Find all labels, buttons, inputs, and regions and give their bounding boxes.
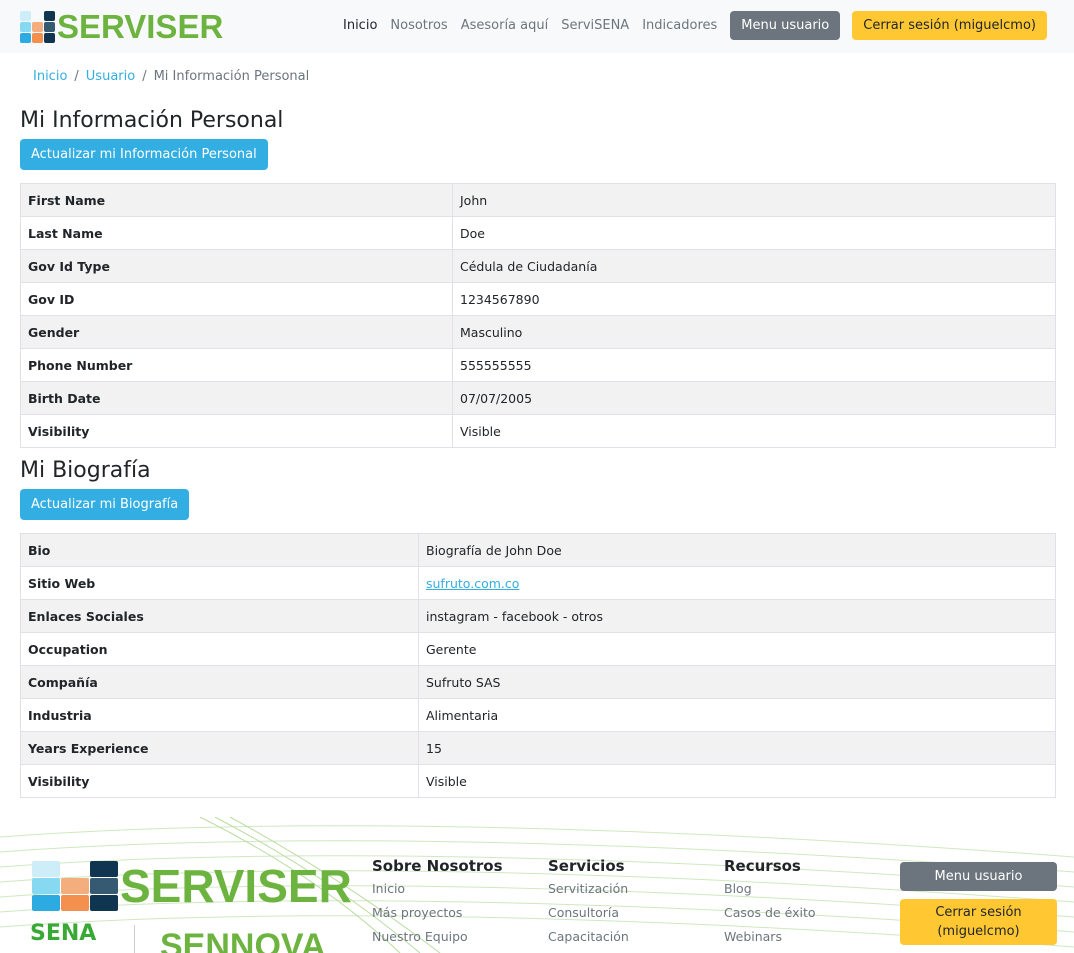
table-row: Visibility Visible [20,414,1056,448]
field-label: Industria [20,698,419,732]
breadcrumb-inicio[interactable]: Inicio [33,69,67,84]
table-row: Phone Number 555555555 [20,348,1056,382]
breadcrumb: Inicio / Usuario / Mi Información Personal [33,69,310,84]
field-value: Sufruto SAS [418,665,1056,699]
table-row: Occupation Gerente [20,632,1056,666]
footer-brand-name: SERVISER [120,860,352,912]
nav-asesoria[interactable]: Asesoría aquí [461,18,549,33]
field-value: 1234567890 [452,282,1056,316]
footer-link[interactable]: Blog [724,881,816,896]
update-bio-button[interactable]: Actualizar mi Biografía [20,489,190,520]
sena-logo: SENA [30,921,97,946]
field-value: Visible [418,764,1056,798]
field-label: Birth Date [20,381,453,415]
update-personal-button[interactable]: Actualizar mi Información Personal [20,139,268,170]
nav-indicadores[interactable]: Indicadores [642,18,717,33]
personal-title: Mi Información Personal [20,108,284,133]
serviser-logo[interactable]: SERVISER [20,8,223,46]
field-label: Last Name [20,216,453,250]
field-label: Years Experience [20,731,419,765]
logo-blocks-icon [32,861,118,911]
field-label: Visibility [20,764,419,798]
bio-table: Bio Biografía de John Doe Sitio Web sufruto… [20,533,1056,798]
field-label: Compañía [20,665,419,699]
table-row: Bio Biografía de John Doe [20,533,1056,567]
footer-col-servicios: Servicios Servitización Consultoría Capa… [548,857,629,953]
field-value: 07/07/2005 [452,381,1056,415]
breadcrumb-usuario[interactable]: Usuario [86,69,135,84]
field-label: Gov Id Type [20,249,453,283]
field-value: 15 [418,731,1056,765]
footer-col-title: Recursos [724,857,801,875]
table-row: Gov ID 1234567890 [20,282,1056,316]
field-label: First Name [20,183,453,217]
breadcrumb-current: Mi Información Personal [153,69,310,84]
nav-inicio[interactable]: Inicio [343,18,377,33]
field-label: Phone Number [20,348,453,382]
table-row: Gov Id Type Cédula de Ciudadanía [20,249,1056,283]
footer-link[interactable]: Más proyectos [372,905,503,920]
field-value: Biografía de John Doe [418,533,1056,567]
brand-name: SERVISER [57,7,224,45]
menu-usuario-button[interactable]: Menu usuario [730,11,841,40]
field-value: Cédula de Ciudadanía [452,249,1056,283]
nav-nosotros[interactable]: Nosotros [390,18,447,33]
field-label: Bio [20,533,419,567]
table-row: Visibility Visible [20,764,1056,798]
personal-table: First Name John Last Name Doe Gov Id Type Céd… [20,183,1056,448]
table-row: Gender Masculino [20,315,1056,349]
website-link[interactable]: sufruto.com.co [426,576,519,591]
footer-link[interactable]: Casos de éxito [724,905,816,920]
footer-serviser-logo: SERVISER [32,859,352,913]
table-row: Last Name Doe [20,216,1056,250]
footer: SERVISER SENA SENNOVA Sobre Nosotros Ini… [0,817,1074,953]
table-row: Enlaces Sociales instagram - facebook - o… [20,599,1056,633]
field-value: sufruto.com.co [418,566,1056,600]
nav-servisena[interactable]: ServiSENA [561,18,629,33]
field-value: 555555555 [452,348,1056,382]
logo-divider [134,925,135,953]
logout-button[interactable]: Cerrar sesión (miguelcmo) [852,11,1047,40]
navbar: SERVISER Inicio Nosotros Asesoría aquí S… [0,0,1074,53]
bio-title: Mi Biografía [20,458,151,483]
footer-link[interactable]: Inicio [372,881,503,896]
footer-link[interactable]: Nuestro Equipo [372,929,503,944]
field-label: Gender [20,315,453,349]
table-row: Birth Date 07/07/2005 [20,381,1056,415]
logo-blocks-icon [20,10,55,43]
sennova-logo: SENNOVA [160,927,326,953]
footer-col-nosotros: Sobre Nosotros Inicio Más proyectos Nues… [372,857,503,953]
table-row: Years Experience 15 [20,731,1056,765]
field-value: Gerente [418,632,1056,666]
footer-col-title: Sobre Nosotros [372,857,503,875]
field-label: Enlaces Sociales [20,599,419,633]
footer-col-recursos: Recursos Blog Casos de éxito Webinars [724,857,816,953]
field-label: Sitio Web [20,566,419,600]
table-row: First Name John [20,183,1056,217]
footer-menu-usuario-button[interactable]: Menu usuario [900,862,1057,891]
field-label: Occupation [20,632,419,666]
footer-link[interactable]: Consultoría [548,905,629,920]
field-value: instagram - facebook - otros [418,599,1056,633]
footer-link[interactable]: Capacitación [548,929,629,944]
field-value: Alimentaria [418,698,1056,732]
table-row: Industria Alimentaria [20,698,1056,732]
footer-col-title: Servicios [548,857,625,875]
field-label: Visibility [20,414,453,448]
footer-link[interactable]: Servitización [548,881,629,896]
table-row: Compañía Sufruto SAS [20,665,1056,699]
footer-link[interactable]: Webinars [724,929,816,944]
field-value: Masculino [452,315,1056,349]
field-value: Doe [452,216,1056,250]
field-label: Gov ID [20,282,453,316]
field-value: John [452,183,1056,217]
footer-logout-button[interactable]: Cerrar sesión (miguelcmo) [900,899,1057,945]
table-row: Sitio Web sufruto.com.co [20,566,1056,600]
field-value: Visible [452,414,1056,448]
